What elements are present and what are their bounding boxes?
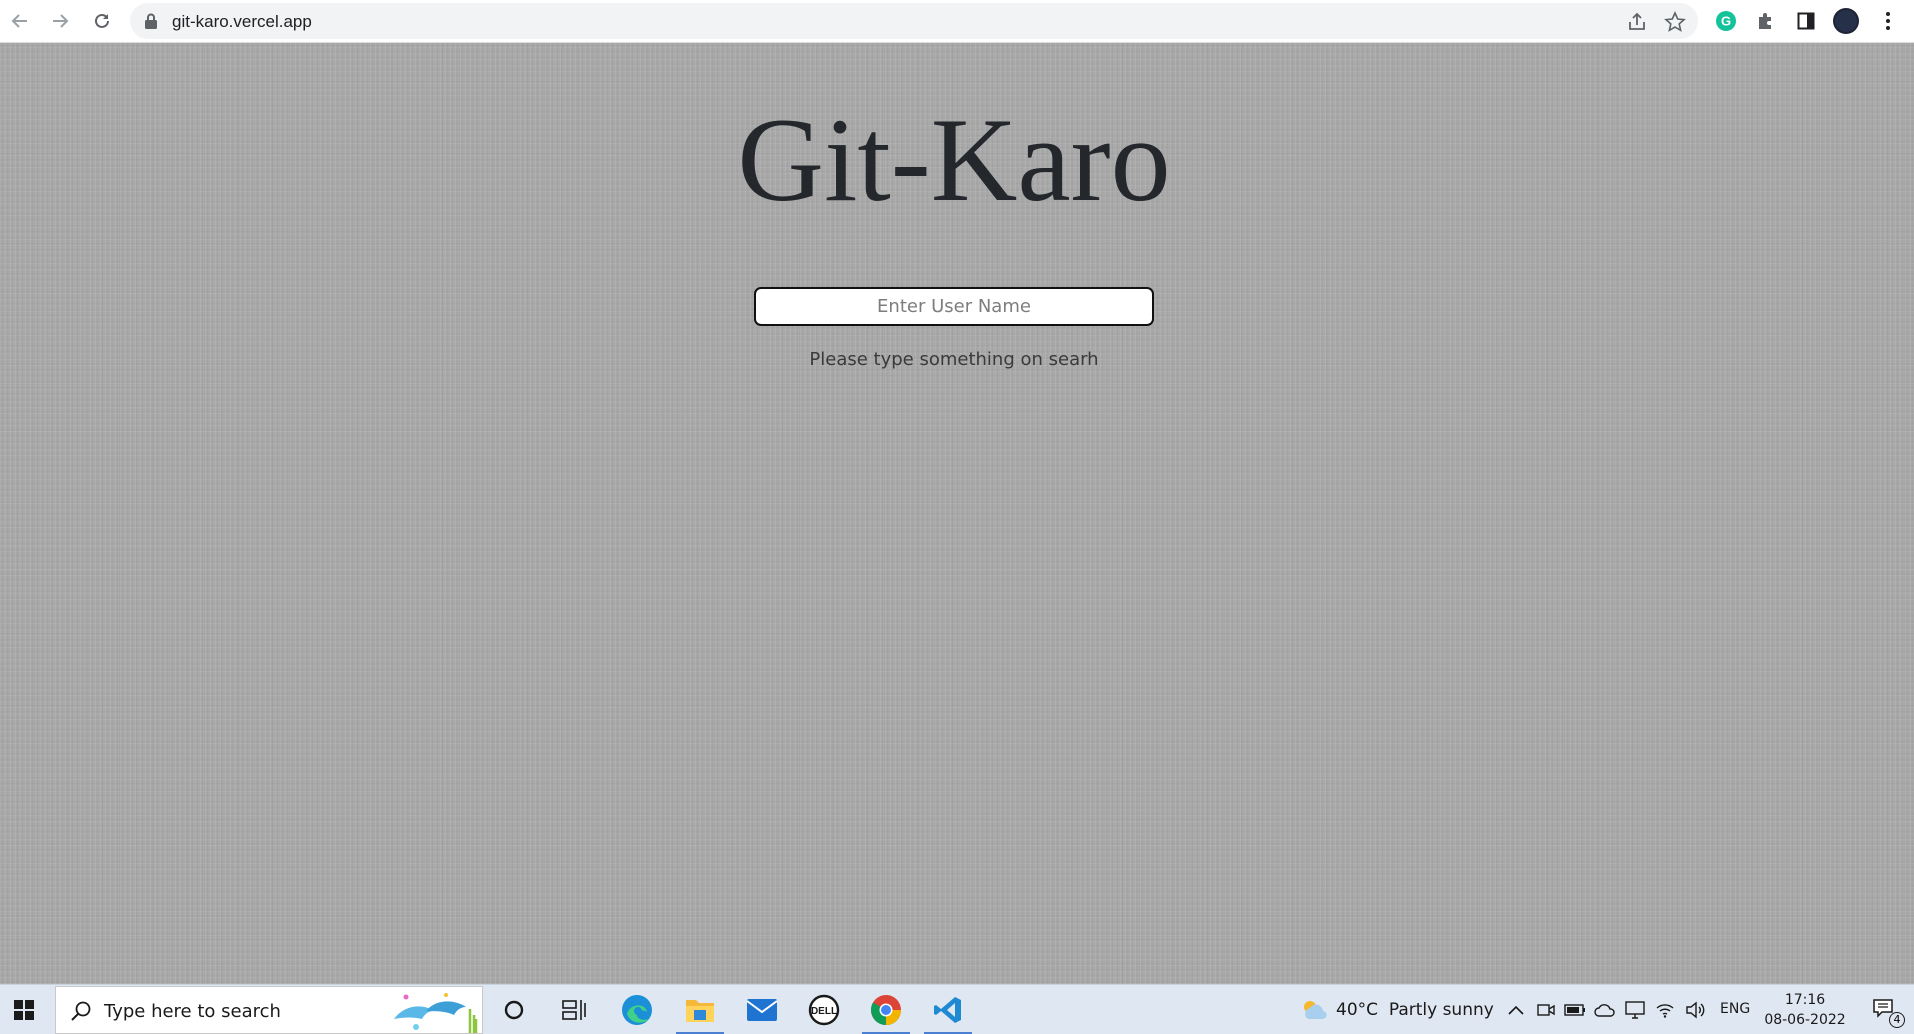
meet-now-icon xyxy=(1537,1004,1555,1016)
lock-icon[interactable] xyxy=(144,13,158,29)
page-title: Git-Karo xyxy=(737,93,1171,226)
mail-icon xyxy=(746,999,778,1021)
chrome-menu-icon xyxy=(1886,12,1890,30)
grammarly-extension-button[interactable]: G xyxy=(1713,8,1739,34)
wifi-icon xyxy=(1656,1004,1674,1018)
partly-sunny-icon xyxy=(1304,1001,1327,1020)
extensions-puzzle-icon xyxy=(1759,13,1771,29)
search-highlight-dolphin-icon[interactable] xyxy=(386,989,481,1033)
taskbar-dell[interactable]: DELL xyxy=(796,985,852,1034)
reload-icon xyxy=(95,13,109,28)
side-panel-button[interactable] xyxy=(1793,8,1819,34)
dell-icon: DELL xyxy=(808,994,840,1026)
windows-logo-icon xyxy=(14,1000,34,1020)
back-arrow-icon xyxy=(11,14,27,28)
reload-button[interactable] xyxy=(88,7,116,35)
taskbar-mail[interactable] xyxy=(734,985,790,1034)
battery-icon xyxy=(1564,1004,1585,1016)
share-icon[interactable] xyxy=(1626,11,1648,33)
volume-icon xyxy=(1686,1001,1705,1019)
profile-button[interactable] xyxy=(1833,8,1859,34)
extensions-button[interactable] xyxy=(1753,8,1779,34)
taskbar-chrome[interactable] xyxy=(858,985,914,1034)
page-content: Git-Karo Please type something on searh xyxy=(0,43,1914,984)
svg-text:DELL: DELL xyxy=(811,1006,837,1017)
start-button[interactable] xyxy=(0,985,48,1034)
weather-widget[interactable]: 40°C Partly sunny xyxy=(1300,985,1494,1034)
volume-button[interactable] xyxy=(1684,999,1706,1021)
url-text[interactable]: git-karo.vercel.app xyxy=(172,12,312,32)
taskbar-edge[interactable] xyxy=(609,985,665,1034)
edge-browser-icon xyxy=(622,995,652,1025)
taskbar-vscode[interactable] xyxy=(920,985,976,1034)
taskbar-search-box[interactable]: Type here to search xyxy=(55,986,483,1034)
back-button[interactable] xyxy=(6,7,34,35)
cortana-circle-icon xyxy=(504,1000,524,1020)
show-hidden-icons-button[interactable] xyxy=(1505,999,1527,1021)
action-center-button[interactable]: 4 xyxy=(1858,985,1914,1034)
onedrive-button[interactable] xyxy=(1594,999,1616,1021)
grammarly-extension-icon: G xyxy=(1716,11,1736,31)
bookmark-star-icon[interactable] xyxy=(1664,11,1686,33)
taskbar-search-placeholder: Type here to search xyxy=(104,1001,281,1022)
onedrive-cloud-icon xyxy=(1594,1004,1615,1017)
side-panel-icon xyxy=(1797,12,1815,30)
input-language-indicator[interactable]: ENG xyxy=(1720,1001,1750,1017)
notification-count-badge: 4 xyxy=(1889,1012,1905,1028)
cortana-button[interactable] xyxy=(486,985,542,1034)
battery-button[interactable] xyxy=(1564,999,1586,1021)
taskbar-file-explorer[interactable] xyxy=(672,985,728,1034)
weather-condition: Partly sunny xyxy=(1388,1000,1494,1020)
clock-time: 17:16 xyxy=(1784,992,1826,1008)
wifi-button[interactable] xyxy=(1654,999,1676,1021)
display-icon xyxy=(1625,1001,1645,1019)
clock-date: 08-06-2022 xyxy=(1764,1012,1846,1028)
chrome-browser-icon xyxy=(870,995,901,1026)
task-view-icon xyxy=(562,1000,586,1020)
vscode-icon xyxy=(934,997,961,1023)
file-explorer-icon xyxy=(686,1000,714,1022)
search-icon xyxy=(71,1001,91,1021)
task-view-button[interactable] xyxy=(546,985,602,1034)
clock[interactable]: 17:16 08-06-2022 xyxy=(1762,990,1848,1030)
meet-now-button[interactable] xyxy=(1535,999,1557,1021)
forward-arrow-icon xyxy=(53,14,69,28)
username-search-input[interactable] xyxy=(754,287,1154,326)
svg-text:G: G xyxy=(1721,14,1731,29)
search-hint-text: Please type something on searh xyxy=(809,349,1099,370)
browser-toolbar: git-karo.vercel.app G xyxy=(0,0,1914,43)
windows-taskbar: Type here to search DELL 40°C Partly sun… xyxy=(0,984,1914,1034)
forward-button[interactable] xyxy=(46,7,74,35)
address-bar[interactable]: git-karo.vercel.app xyxy=(130,3,1698,39)
profile-avatar-icon xyxy=(1833,8,1859,34)
display-settings-button[interactable] xyxy=(1624,999,1646,1021)
chevron-up-icon xyxy=(1508,1005,1524,1015)
weather-temperature: 40°C xyxy=(1336,1000,1379,1020)
chrome-menu-button[interactable] xyxy=(1875,8,1901,34)
